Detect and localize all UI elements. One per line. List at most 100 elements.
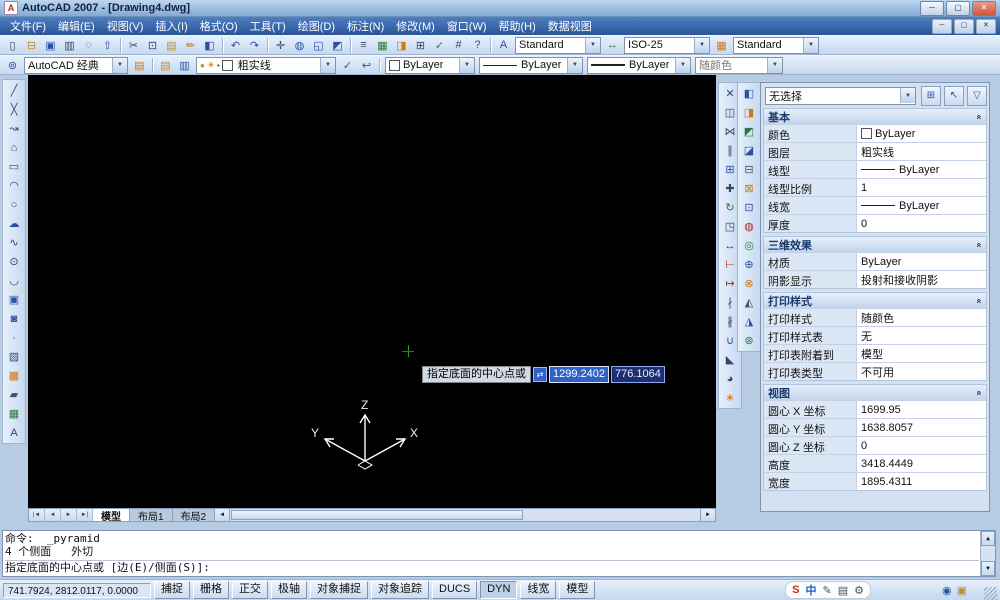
construction-line-button[interactable]: ╳: [4, 100, 24, 119]
region-button[interactable]: ▰: [4, 385, 24, 404]
chevron-down-icon[interactable]: ▼: [675, 58, 690, 73]
tool-palettes-button[interactable]: ◨: [392, 36, 411, 54]
collapse-chevron-icon[interactable]: «: [974, 298, 984, 303]
communication-center-icon[interactable]: ◉: [942, 584, 952, 597]
dynamic-input-y-field[interactable]: 776.1064: [611, 366, 665, 383]
doc-minimize-button[interactable]: ─: [932, 19, 952, 34]
linetype-combo[interactable]: ByLayer▼: [479, 57, 583, 74]
workspace-combo[interactable]: AutoCAD 经典▼: [24, 57, 128, 74]
menu-dataview[interactable]: 数据视图: [542, 17, 598, 35]
quick-select-button[interactable]: ▽: [967, 86, 987, 106]
property-value[interactable]: 模型: [856, 345, 986, 362]
property-value[interactable]: 投射和接收阴影: [856, 271, 986, 288]
grid-toggle[interactable]: 栅格: [193, 581, 229, 599]
layer-previous-button[interactable]: ↩: [357, 56, 376, 74]
menu-tools[interactable]: 工具(T): [244, 17, 292, 35]
dim-style-button[interactable]: ↔: [603, 36, 622, 54]
menu-format[interactable]: 格式(O): [194, 17, 244, 35]
make-layer-current-button[interactable]: ✓: [338, 56, 357, 74]
menu-dimension[interactable]: 标注(N): [341, 17, 390, 35]
menu-insert[interactable]: 插入(I): [149, 17, 193, 35]
text-style-button[interactable]: A: [494, 36, 513, 54]
chevron-down-icon[interactable]: ▼: [567, 58, 582, 73]
doc-close-button[interactable]: ✕: [976, 19, 996, 34]
lineweight-combo[interactable]: ByLayer▼: [587, 57, 691, 74]
model-space-toggle[interactable]: 模型: [559, 581, 595, 599]
collapse-chevron-icon[interactable]: «: [974, 242, 984, 247]
spline-button[interactable]: ∿: [4, 233, 24, 252]
paste-button[interactable]: ▤: [162, 36, 181, 54]
right-toolbar2-button[interactable]: ⊠: [739, 179, 759, 198]
maximize-button[interactable]: ▢: [946, 1, 970, 16]
property-value[interactable]: 1: [856, 179, 986, 196]
scrollbar-thumb[interactable]: [231, 510, 523, 520]
ellipse-button[interactable]: ⊙: [4, 252, 24, 271]
chevron-down-icon[interactable]: ▼: [320, 58, 335, 73]
scroll-left-icon[interactable]: ◄: [215, 509, 230, 521]
table-button[interactable]: ▦: [4, 404, 24, 423]
menu-window[interactable]: 窗口(W): [441, 17, 493, 35]
polygon-button[interactable]: ⌂: [4, 138, 24, 157]
open-button[interactable]: ⊟: [22, 36, 41, 54]
block-editor-button[interactable]: ◧: [200, 36, 219, 54]
dynamic-input-x-field[interactable]: 1299.2402: [549, 366, 609, 383]
scroll-up-icon[interactable]: ▲: [981, 531, 995, 546]
hatch-button[interactable]: ▨: [4, 347, 24, 366]
line-button[interactable]: ╱: [4, 81, 24, 100]
tab-model[interactable]: 模型: [93, 509, 130, 521]
property-value[interactable]: 不可用: [856, 363, 986, 380]
property-value[interactable]: 0: [856, 215, 986, 232]
tab-layout1[interactable]: 布局1: [130, 509, 173, 521]
right-toolbar2-button[interactable]: ◭: [739, 293, 759, 312]
right-toolbar2-button[interactable]: ⊕: [739, 255, 759, 274]
command-scrollbar[interactable]: ▲ ▼: [980, 531, 995, 576]
make-block-button[interactable]: ◙: [4, 309, 24, 328]
property-value[interactable]: 无: [856, 327, 986, 344]
redo-button[interactable]: ↷: [245, 36, 264, 54]
otrack-toggle[interactable]: 对象追踪: [371, 581, 429, 599]
right-toolbar2-button[interactable]: ⊡: [739, 198, 759, 217]
soft-keyboard-icon[interactable]: ▤: [838, 584, 848, 597]
chinese-mode-icon[interactable]: 中: [805, 582, 816, 598]
property-value[interactable]: ByLayer: [856, 161, 986, 178]
osnap-toggle[interactable]: 对象捕捉: [310, 581, 368, 599]
right-toolbar2-button[interactable]: ◧: [739, 84, 759, 103]
workspace-settings-button[interactable]: ▤: [130, 56, 149, 74]
layer-properties-button[interactable]: ▤: [156, 56, 175, 74]
table-style-combo[interactable]: Standard▼: [733, 37, 819, 54]
property-value[interactable]: ByLayer: [856, 197, 986, 214]
color-combo[interactable]: ByLayer▼: [385, 57, 475, 74]
circle-button[interactable]: ○: [4, 195, 24, 214]
chevron-down-icon[interactable]: ▼: [803, 38, 818, 53]
dim-style-combo[interactable]: ISO-25▼: [624, 37, 710, 54]
properties-button[interactable]: ≡: [354, 36, 373, 54]
coordinate-readout[interactable]: 741.7924, 2812.0117, 0.0000: [3, 583, 151, 598]
property-value[interactable]: 1895.4311: [856, 473, 986, 490]
right-toolbar2-button[interactable]: ◨: [739, 103, 759, 122]
menu-view[interactable]: 视图(V): [101, 17, 150, 35]
cut-button[interactable]: ✂: [124, 36, 143, 54]
gradient-button[interactable]: ▩: [4, 366, 24, 385]
minimize-button[interactable]: ─: [920, 1, 944, 16]
sogou-logo-icon[interactable]: S: [792, 584, 799, 596]
menu-help[interactable]: 帮助(H): [493, 17, 542, 35]
zoom-previous-button[interactable]: ◩: [328, 36, 347, 54]
chevron-down-icon[interactable]: ▼: [694, 38, 709, 53]
tab-layout2[interactable]: 布局2: [173, 509, 216, 521]
undo-button[interactable]: ↶: [226, 36, 245, 54]
dyn-toggle[interactable]: DYN: [480, 581, 517, 599]
point-button[interactable]: ∙: [4, 328, 24, 347]
lock-toolbars-icon[interactable]: ▣: [957, 584, 967, 597]
property-value[interactable]: 随颜色: [856, 309, 986, 326]
ime-settings-wrench-icon[interactable]: ⚙: [854, 584, 864, 597]
plot-preview-button[interactable]: ◌: [79, 36, 98, 54]
property-value[interactable]: ByLayer: [856, 125, 986, 142]
markup-set-manager-button[interactable]: ✓: [430, 36, 449, 54]
property-value[interactable]: 1699.95: [856, 401, 986, 418]
plot-button[interactable]: ▥: [60, 36, 79, 54]
chevron-down-icon[interactable]: ▼: [585, 38, 600, 53]
new-file-button[interactable]: ▯: [3, 36, 22, 54]
rectangle-button[interactable]: ▭: [4, 157, 24, 176]
horizontal-scrollbar[interactable]: ◄ ►: [215, 509, 715, 521]
right-toolbar2-button[interactable]: ◩: [739, 122, 759, 141]
